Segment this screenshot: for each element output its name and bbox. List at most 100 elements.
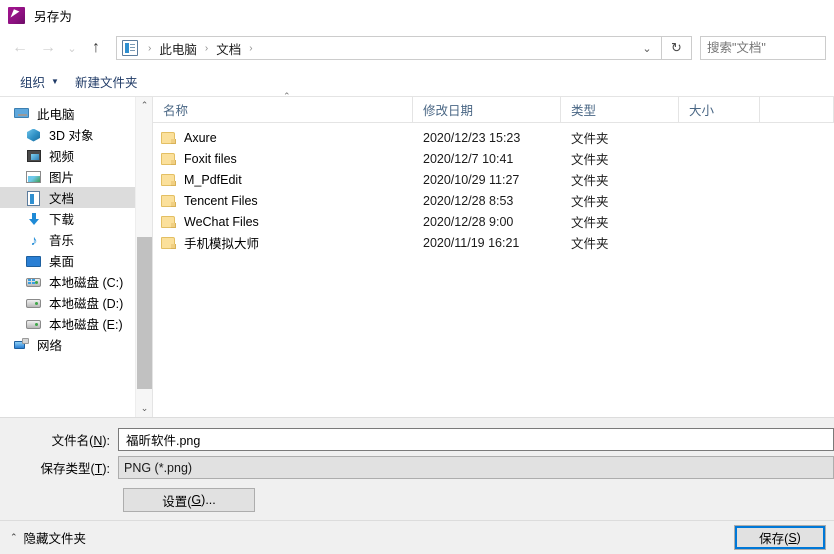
sidebar-item-documents[interactable]: 文档 <box>0 187 152 208</box>
scroll-down-icon[interactable]: ⌄ <box>136 400 152 417</box>
file-type-cell: 文件夹 <box>571 237 609 251</box>
chevron-up-icon: ⌃ <box>10 532 18 542</box>
filename-input[interactable] <box>124 431 833 448</box>
refresh-icon[interactable]: ↻ <box>662 36 692 60</box>
table-row[interactable]: M_PdfEdit 2020/10/29 11:27 文件夹 <box>153 169 834 190</box>
file-name-cell: 手机模拟大师 <box>153 233 413 252</box>
sidebar-label: 此电脑 <box>37 108 75 122</box>
save-as-dialog: 另存为 ← → ⌄ ↑ › 此电脑 › 文档 › ⌄ ↻ 组织 ▼ 新建文件夹 <box>0 0 834 554</box>
file-type-cell: 文件夹 <box>571 174 609 188</box>
filename-accesskey: N <box>93 434 103 448</box>
sidebar-item-music[interactable]: ♪ 音乐 <box>0 229 152 250</box>
filename-field[interactable] <box>118 428 834 451</box>
sidebar-label: 图片 <box>49 171 75 185</box>
column-header-filler <box>760 97 834 122</box>
navigation-pane: 此电脑 3D 对象 视频 图片 文档 下载 ♪ 音乐 桌面 本地磁盘 (C:) … <box>0 97 153 417</box>
table-row[interactable]: Tencent Files 2020/12/28 8:53 文件夹 <box>153 190 834 211</box>
file-type-cell: 文件夹 <box>571 216 609 230</box>
file-name-cell: WeChat Files <box>153 215 413 229</box>
back-button[interactable]: ← <box>6 34 34 62</box>
videos-icon <box>26 148 42 164</box>
breadcrumb-item-this-pc[interactable]: 此电脑 <box>157 39 199 58</box>
file-name-text: M_PdfEdit <box>184 172 242 187</box>
table-row[interactable]: Axure 2020/12/23 15:23 文件夹 <box>153 127 834 148</box>
new-folder-label: 新建文件夹 <box>74 75 138 90</box>
save-accesskey: S <box>788 530 797 545</box>
table-row[interactable]: WeChat Files 2020/12/28 9:00 文件夹 <box>153 211 834 232</box>
navigation-bar: ← → ⌄ ↑ › 此电脑 › 文档 › ⌄ ↻ <box>0 30 834 66</box>
sidebar-label: 下载 <box>49 213 75 227</box>
organize-label: 组织 <box>20 75 46 90</box>
sidebar-item-3d-objects[interactable]: 3D 对象 <box>0 124 152 145</box>
settings-label-post: )... <box>201 493 216 507</box>
save-button[interactable]: 保存(S) <box>734 525 826 550</box>
column-header-date-modified[interactable]: 修改日期 <box>413 97 561 122</box>
sidebar-label: 视频 <box>49 150 75 164</box>
column-header-label: 名称 <box>163 104 189 118</box>
column-header-name[interactable]: 名称 ⌃ <box>153 91 413 122</box>
scrollbar-thumb[interactable] <box>137 237 152 389</box>
up-button[interactable]: ↑ <box>82 34 110 62</box>
command-toolbar: 组织 ▼ 新建文件夹 <box>0 66 834 96</box>
sidebar-item-local-disk-e[interactable]: 本地磁盘 (E:) <box>0 313 152 334</box>
column-headers: 名称 ⌃ 修改日期 类型 大小 <box>153 91 834 123</box>
table-row[interactable]: Foxit files 2020/12/7 10:41 文件夹 <box>153 148 834 169</box>
sidebar-label: 本地磁盘 (C:) <box>49 276 124 290</box>
sidebar-item-downloads[interactable]: 下载 <box>0 208 152 229</box>
drive-icon <box>26 295 42 311</box>
breadcrumb-separator-2[interactable]: › <box>243 43 258 54</box>
sidebar-item-network[interactable]: 网络 <box>0 334 152 355</box>
sidebar-label: 网络 <box>37 339 63 353</box>
filetype-select[interactable]: PNG (*.png) <box>118 456 834 479</box>
sidebar-label: 3D 对象 <box>49 129 94 143</box>
filename-label-post: ): <box>102 434 110 448</box>
sidebar-item-local-disk-c[interactable]: 本地磁盘 (C:) <box>0 271 152 292</box>
breadcrumb-item-documents[interactable]: 文档 <box>214 39 243 58</box>
file-name-cell: M_PdfEdit <box>153 173 413 187</box>
file-type-cell: 文件夹 <box>571 195 609 209</box>
sidebar-item-desktop[interactable]: 桌面 <box>0 250 152 271</box>
forward-button[interactable]: → <box>34 34 62 62</box>
file-name-cell: Axure <box>153 131 413 145</box>
save-label-pre: 保存( <box>759 532 789 546</box>
music-icon: ♪ <box>30 231 38 248</box>
scroll-up-icon[interactable]: ⌃ <box>136 97 152 114</box>
sort-ascending-icon: ⌃ <box>283 91 291 101</box>
save-label-post: ) <box>796 530 801 545</box>
file-date-cell: 2020/11/19 16:21 <box>423 235 520 250</box>
search-input[interactable] <box>701 41 825 55</box>
hide-folders-toggle[interactable]: ⌃ 隐藏文件夹 <box>10 528 86 547</box>
file-name-text: Axure <box>184 130 217 145</box>
table-row[interactable]: 手机模拟大师 2020/11/19 16:21 文件夹 <box>153 232 834 253</box>
foxit-app-icon <box>8 6 25 24</box>
file-type-cell: 文件夹 <box>571 132 609 146</box>
file-name-cell: Tencent Files <box>153 194 413 208</box>
search-box[interactable] <box>700 36 826 60</box>
column-header-type[interactable]: 类型 <box>561 97 679 122</box>
filename-label: 文件名(N): <box>0 430 118 449</box>
filetype-row: 保存类型(T): PNG (*.png) <box>0 456 834 479</box>
sidebar-item-videos[interactable]: 视频 <box>0 145 152 166</box>
file-rows: Axure 2020/12/23 15:23 文件夹 Foxit files 2… <box>153 123 834 417</box>
sidebar-scrollbar[interactable]: ⌃ ⌄ <box>135 97 152 417</box>
settings-accesskey: G <box>191 493 202 507</box>
chevron-down-icon[interactable]: ⌄ <box>633 37 661 59</box>
new-folder-button[interactable]: 新建文件夹 <box>67 69 146 94</box>
sidebar-item-this-pc[interactable]: 此电脑 <box>0 103 152 124</box>
sidebar-item-pictures[interactable]: 图片 <box>0 166 152 187</box>
documents-icon <box>26 190 42 206</box>
folder-icon <box>161 173 177 187</box>
sidebar-item-local-disk-d[interactable]: 本地磁盘 (D:) <box>0 292 152 313</box>
settings-row: 设置(G)... <box>0 488 834 512</box>
column-header-size[interactable]: 大小 <box>679 97 760 122</box>
sidebar-label: 音乐 <box>49 234 75 248</box>
file-name-cell: Foxit files <box>153 152 413 166</box>
settings-label-pre: 设置( <box>162 494 192 509</box>
address-bar[interactable]: › 此电脑 › 文档 › ⌄ <box>116 36 662 60</box>
filename-row: 文件名(N): <box>0 428 834 451</box>
organize-button[interactable]: 组织 ▼ <box>12 69 67 94</box>
column-header-label: 类型 <box>571 104 597 118</box>
network-icon <box>14 338 30 352</box>
settings-button[interactable]: 设置(G)... <box>123 488 255 512</box>
recent-locations-button[interactable]: ⌄ <box>62 34 82 62</box>
